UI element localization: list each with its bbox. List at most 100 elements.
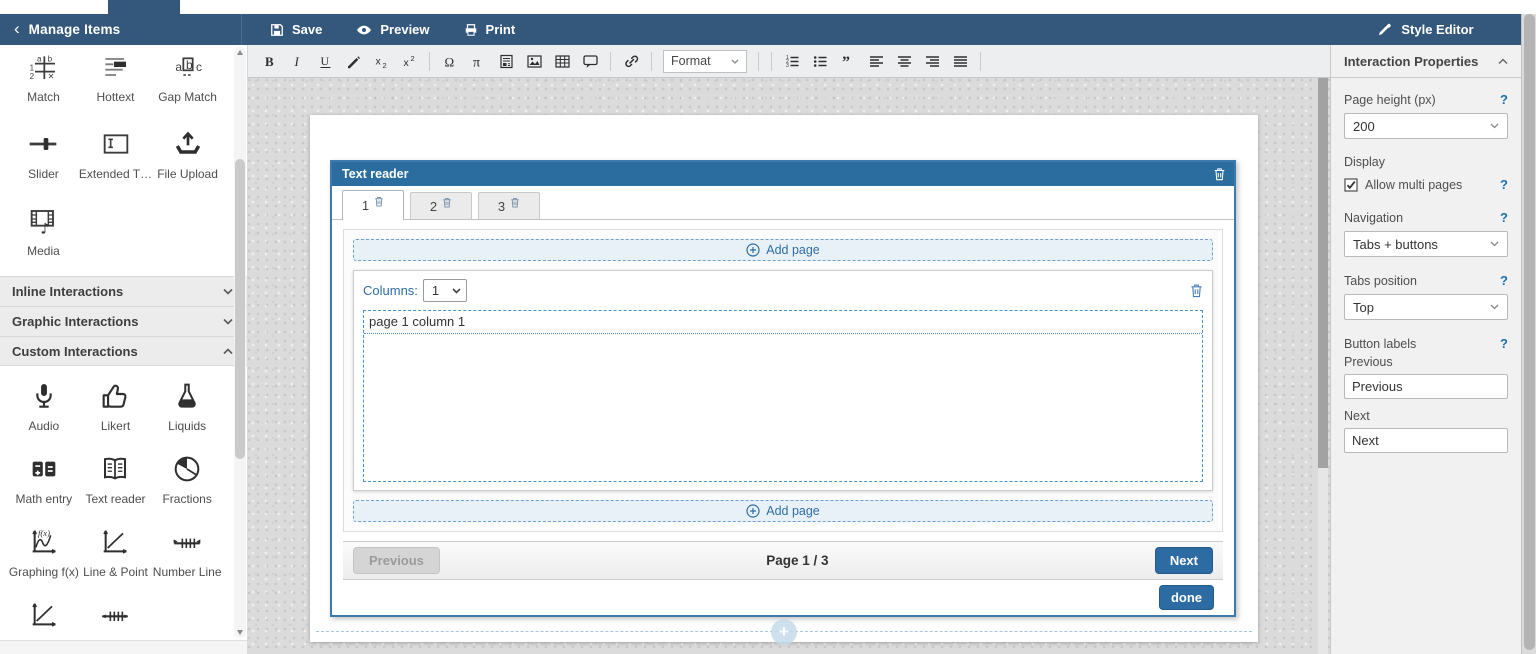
table-button[interactable] (549, 49, 575, 73)
underline-button[interactable]: U (312, 49, 338, 73)
done-button[interactable]: done (1159, 585, 1214, 610)
save-button[interactable]: Save (270, 22, 322, 37)
next-label-input[interactable] (1344, 428, 1508, 453)
window-scrollbar[interactable] (1521, 14, 1536, 654)
manage-items-nav[interactable]: ‹ Manage Items (0, 14, 242, 45)
palette-item-label: Media (27, 244, 60, 258)
tabs-position-value: Top (1353, 300, 1374, 315)
palette-item-likert[interactable]: Likert (80, 380, 152, 433)
display-help-icon[interactable]: ? (1500, 177, 1508, 192)
delete-column-trash-icon[interactable] (1190, 283, 1203, 298)
interaction-properties-header[interactable]: Interaction Properties (1331, 45, 1521, 78)
previous-page-button[interactable]: Previous (353, 547, 440, 574)
canvas-scrollbar[interactable] (1318, 78, 1328, 654)
standard-interactions-grid: ab12✕ Match Hottext abc Gap Match Slider… (0, 45, 247, 258)
palette-item-slider[interactable]: Slider (8, 128, 79, 181)
ordered-list-button[interactable]: 123 (779, 49, 805, 73)
add-page-button-top[interactable]: Add page (353, 239, 1213, 261)
math-formula-button[interactable]: π (465, 49, 491, 73)
svg-text:a: a (175, 60, 182, 74)
window-scrollbar-thumb[interactable] (1524, 14, 1535, 650)
tabs-position-help-icon[interactable]: ? (1500, 273, 1508, 288)
palette-item-line-point[interactable]: Line & Point (80, 526, 152, 579)
delete-widget-trash-icon[interactable] (1213, 167, 1226, 181)
hottext-icon (100, 51, 132, 83)
widget-tab-bar: 1 2 3 (332, 186, 1234, 220)
palette-item-media[interactable]: ♪ Media (8, 205, 79, 258)
highlight-pen-button[interactable] (340, 49, 366, 73)
allow-multi-pages-checkbox[interactable] (1344, 178, 1358, 192)
link-button[interactable] (618, 49, 644, 73)
palette-item-text-reader[interactable]: Text reader (80, 453, 152, 506)
page-tab-3[interactable]: 3 (478, 192, 540, 219)
italic-button[interactable]: I (284, 49, 310, 73)
button-labels-help-icon[interactable]: ? (1500, 336, 1508, 351)
previous-label-input[interactable] (1344, 374, 1508, 399)
align-right-button[interactable] (919, 49, 945, 73)
add-page-button-bottom[interactable]: Add page (353, 500, 1213, 522)
delete-page-trash-icon[interactable] (442, 197, 452, 208)
superscript-button[interactable]: x2 (396, 49, 422, 73)
palette-item-number-line[interactable]: Number Line (151, 526, 223, 579)
manage-items-label: Manage Items (29, 22, 121, 37)
page-height-help-icon[interactable]: ? (1500, 92, 1508, 107)
palette-item-liquids[interactable]: Liquids (151, 380, 223, 433)
navigation-help-icon[interactable]: ? (1500, 210, 1508, 225)
palette-item-gap-match[interactable]: abc Gap Match (152, 51, 223, 104)
save-label: Save (292, 22, 322, 37)
audio-icon (28, 380, 60, 412)
section-inline-interactions[interactable]: Inline Interactions (0, 276, 247, 306)
delete-page-trash-icon[interactable] (374, 196, 384, 207)
item-page[interactable]: Text reader 1 2 3 (310, 115, 1258, 642)
delete-page-trash-icon[interactable] (510, 197, 520, 208)
add-widget-drop-zone[interactable]: + (316, 631, 1252, 632)
bullet-list-button[interactable] (807, 49, 833, 73)
bold-button[interactable]: B (256, 49, 282, 73)
allow-multi-pages-label[interactable]: Allow multi pages (1365, 178, 1493, 192)
column-text-editable[interactable]: page 1 column 1 (364, 311, 1202, 334)
palette-item-match[interactable]: ab12✕ Match (8, 51, 79, 104)
sidebar-scrollbar[interactable] (234, 47, 246, 638)
section-graphic-interactions[interactable]: Graphic Interactions (0, 306, 247, 336)
scroll-down-arrow-icon[interactable] (237, 630, 243, 635)
page-height-select[interactable]: 200 (1344, 113, 1508, 139)
eye-icon (356, 24, 372, 36)
palette-item-extended-text[interactable]: Extended T… (79, 128, 152, 181)
special-character-button[interactable]: Ω (437, 49, 463, 73)
subscript-button[interactable]: x2 (368, 49, 394, 73)
canvas-scrollbar-thumb[interactable] (1318, 78, 1328, 468)
image-button[interactable] (521, 49, 547, 73)
widget-header: Text reader (332, 162, 1234, 186)
preview-button[interactable]: Preview (356, 22, 429, 37)
tabs-position-select[interactable]: Top (1344, 294, 1508, 320)
page-tab-1[interactable]: 1 (342, 190, 404, 220)
palette-item-hottext[interactable]: Hottext (79, 51, 152, 104)
style-editor-header[interactable]: Style Editor (1330, 14, 1521, 45)
align-left-button[interactable] (863, 49, 889, 73)
palette-item-fractions[interactable]: Fractions (151, 453, 223, 506)
scroll-up-arrow-icon[interactable] (237, 50, 243, 55)
print-button[interactable]: Print (464, 22, 516, 37)
palette-item-graphing-fx[interactable]: f(x) Graphing f(x) (8, 526, 80, 579)
sidebar-scrollbar-thumb[interactable] (235, 159, 245, 459)
svg-text:3: 3 (786, 63, 789, 69)
align-justify-button[interactable] (947, 49, 973, 73)
blockquote-button[interactable]: ” (835, 49, 861, 73)
navigation-select[interactable]: Tabs + buttons (1344, 231, 1508, 257)
palette-item-math-entry[interactable]: Math entry (8, 453, 80, 506)
page-tab-2[interactable]: 2 (410, 192, 472, 219)
next-page-button[interactable]: Next (1155, 547, 1213, 574)
comment-button[interactable] (577, 49, 603, 73)
template-button[interactable] (493, 49, 519, 73)
section-custom-interactions[interactable]: Custom Interactions (0, 336, 247, 366)
column-content-zone[interactable]: page 1 column 1 (363, 310, 1203, 482)
palette-item-audio[interactable]: Audio (8, 380, 80, 433)
align-center-button[interactable] (891, 49, 917, 73)
chevron-down-icon (1490, 123, 1499, 129)
palette-item-file-upload[interactable]: File Upload (152, 128, 223, 181)
columns-select[interactable]: 1 (423, 279, 467, 302)
format-dropdown[interactable]: Format (663, 50, 747, 73)
text-reader-widget[interactable]: Text reader 1 2 3 (330, 160, 1236, 617)
section-label: Graphic Interactions (12, 314, 138, 329)
add-widget-plus-icon[interactable]: + (771, 619, 797, 645)
